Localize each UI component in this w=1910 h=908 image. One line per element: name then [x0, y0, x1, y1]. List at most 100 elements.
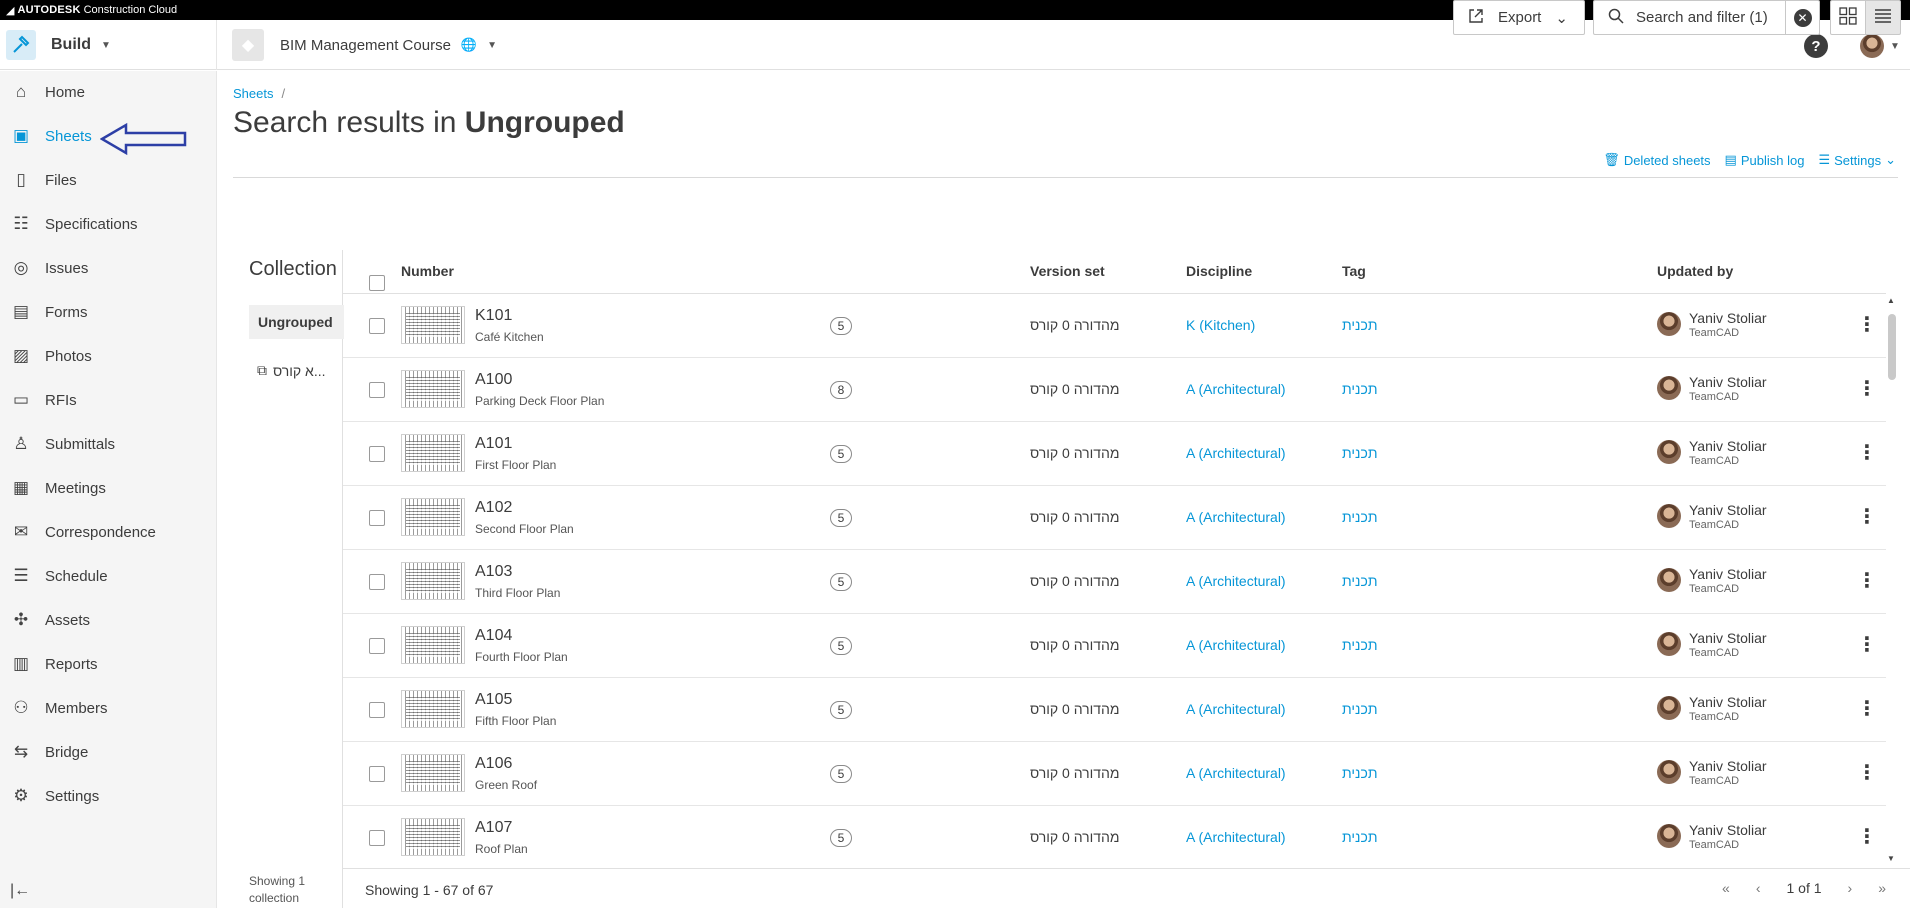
version-count-badge[interactable]: 5 [830, 445, 852, 463]
sheet-thumbnail[interactable] [401, 306, 465, 344]
discipline-link[interactable]: A (Architectural) [1186, 701, 1286, 717]
table-row[interactable]: K101 Café Kitchen 5 מהדורה 0 קורס K (Kitchen… [343, 294, 1886, 358]
sidebar-item-assets[interactable]: ✣ Assets [0, 600, 217, 640]
column-tag[interactable]: Tag [1342, 263, 1366, 279]
row-checkbox[interactable] [369, 638, 385, 654]
scroll-down-icon[interactable]: ▼ [1887, 854, 1895, 863]
column-discipline[interactable]: Discipline [1186, 263, 1252, 279]
next-page-icon[interactable]: › [1848, 880, 1853, 896]
more-options-icon[interactable]: ⋮ [1857, 696, 1877, 721]
version-count-badge[interactable]: 5 [830, 317, 852, 335]
more-options-icon[interactable]: ⋮ [1857, 440, 1877, 465]
table-row[interactable]: A103 Third Floor Plan 5 מהדורה 0 קורס A (Arc… [343, 550, 1886, 614]
breadcrumb-sheets-link[interactable]: Sheets [233, 86, 273, 101]
sheet-thumbnail[interactable] [401, 626, 465, 664]
sidebar-item-reports[interactable]: ▥ Reports [0, 644, 217, 684]
tag-link[interactable]: תכנית [1342, 637, 1378, 653]
tag-link[interactable]: תכנית [1342, 829, 1378, 845]
row-checkbox[interactable] [369, 446, 385, 462]
more-options-icon[interactable]: ⋮ [1857, 824, 1877, 849]
sidebar-item-issues[interactable]: ◎ Issues [0, 248, 217, 288]
help-button[interactable]: ? [1804, 34, 1828, 58]
sidebar-item-bridge[interactable]: ⇆ Bridge [0, 732, 217, 772]
prev-page-icon[interactable]: ‹ [1756, 880, 1761, 896]
sheet-number[interactable]: K101 [475, 307, 512, 325]
sheet-number[interactable]: A101 [475, 435, 512, 453]
version-count-badge[interactable]: 5 [830, 701, 852, 719]
scrollbar-thumb[interactable] [1888, 314, 1896, 380]
sheet-number[interactable]: A102 [475, 499, 512, 517]
tag-link[interactable]: תכנית [1342, 381, 1378, 397]
sheet-thumbnail[interactable] [401, 754, 465, 792]
more-options-icon[interactable]: ⋮ [1857, 376, 1877, 401]
discipline-link[interactable]: A (Architectural) [1186, 445, 1286, 461]
discipline-link[interactable]: A (Architectural) [1186, 509, 1286, 525]
table-row[interactable]: A104 Fourth Floor Plan 5 מהדורה 0 קורס A (Ar… [343, 614, 1886, 678]
deleted-sheets-link[interactable]: 🗑 Deleted sheets [1603, 152, 1710, 168]
row-checkbox[interactable] [369, 574, 385, 590]
sidebar-item-meetings[interactable]: ▦ Meetings [0, 468, 217, 508]
sidebar-item-photos[interactable]: ▨ Photos [0, 336, 217, 376]
sheet-number[interactable]: A100 [475, 371, 512, 389]
first-page-icon[interactable]: « [1722, 880, 1730, 896]
discipline-link[interactable]: A (Architectural) [1186, 573, 1286, 589]
export-button[interactable]: Export ⌄ [1453, 0, 1585, 35]
discipline-link[interactable]: A (Architectural) [1186, 829, 1286, 845]
tag-link[interactable]: תכנית [1342, 701, 1378, 717]
sidebar-item-settings[interactable]: ⚙ Settings [0, 776, 217, 816]
discipline-link[interactable]: K (Kitchen) [1186, 317, 1255, 333]
clear-filter-button[interactable]: ✕ [1785, 0, 1820, 35]
version-count-badge[interactable]: 8 [830, 381, 852, 399]
row-checkbox[interactable] [369, 382, 385, 398]
more-options-icon[interactable]: ⋮ [1857, 632, 1877, 657]
discipline-link[interactable]: A (Architectural) [1186, 381, 1286, 397]
sheet-thumbnail[interactable] [401, 434, 465, 472]
table-row[interactable]: A102 Second Floor Plan 5 מהדורה 0 קורס A (Ar… [343, 486, 1886, 550]
table-row[interactable]: A101 First Floor Plan 5 מהדורה 0 קורס A (Arc… [343, 422, 1886, 486]
list-view-button[interactable] [1865, 0, 1901, 35]
tag-link[interactable]: תכנית [1342, 509, 1378, 525]
sidebar-item-files[interactable]: ▯ Files [0, 160, 217, 200]
table-row[interactable]: A106 Green Roof 5 מהדורה 0 קורס A (Architect… [343, 742, 1886, 806]
sheet-thumbnail[interactable] [401, 690, 465, 728]
sheet-number[interactable]: A104 [475, 627, 512, 645]
version-count-badge[interactable]: 5 [830, 637, 852, 655]
column-number[interactable]: Number [401, 263, 454, 279]
collection-item[interactable]: ⧉ א קורס... [257, 362, 326, 379]
table-scrollbar[interactable]: ▲ ▼ [1886, 294, 1898, 868]
settings-link[interactable]: ☰ Settings ⌄ [1818, 152, 1896, 168]
column-updated-by[interactable]: Updated by [1657, 263, 1733, 279]
version-count-badge[interactable]: 5 [830, 509, 852, 527]
sidebar-item-home[interactable]: ⌂ Home [0, 72, 217, 112]
sidebar-item-forms[interactable]: ▤ Forms [0, 292, 217, 332]
discipline-link[interactable]: A (Architectural) [1186, 765, 1286, 781]
sidebar-item-members[interactable]: ⚇ Members [0, 688, 217, 728]
project-selector[interactable]: ◆ BIM Management Course 🌐 ▼ [232, 26, 497, 64]
row-checkbox[interactable] [369, 766, 385, 782]
row-checkbox[interactable] [369, 318, 385, 334]
row-checkbox[interactable] [369, 702, 385, 718]
last-page-icon[interactable]: » [1878, 880, 1886, 896]
version-count-badge[interactable]: 5 [830, 829, 852, 847]
app-switcher[interactable]: Build ▼ [0, 20, 217, 70]
column-version-set[interactable]: Version set [1030, 263, 1105, 279]
sheet-thumbnail[interactable] [401, 498, 465, 536]
table-row[interactable]: A100 Parking Deck Floor Plan 8 מהדורה 0 קור… [343, 358, 1886, 422]
sheet-number[interactable]: A107 [475, 819, 512, 837]
more-options-icon[interactable]: ⋮ [1857, 504, 1877, 529]
sheet-number[interactable]: A106 [475, 755, 512, 773]
version-count-badge[interactable]: 5 [830, 573, 852, 591]
grid-view-button[interactable] [1830, 0, 1866, 35]
tag-link[interactable]: תכנית [1342, 445, 1378, 461]
tag-link[interactable]: תכנית [1342, 317, 1378, 333]
collection-ungrouped[interactable]: Ungrouped [249, 305, 344, 339]
collapse-sidebar-icon[interactable]: |← [10, 882, 30, 900]
more-options-icon[interactable]: ⋮ [1857, 760, 1877, 785]
discipline-link[interactable]: A (Architectural) [1186, 637, 1286, 653]
sheet-thumbnail[interactable] [401, 370, 465, 408]
row-checkbox[interactable] [369, 510, 385, 526]
checkbox[interactable] [369, 275, 385, 291]
sheet-thumbnail[interactable] [401, 818, 465, 856]
scroll-up-icon[interactable]: ▲ [1887, 296, 1895, 305]
sidebar-item-specifications[interactable]: ☷ Specifications [0, 204, 217, 244]
